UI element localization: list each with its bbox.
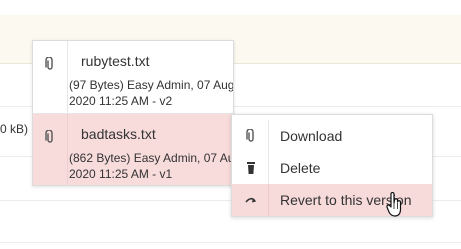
- attachment-versions-popup: rubytest.txt (97 Bytes) Easy Admin, 07 A…: [32, 40, 234, 186]
- version-icon-column: [33, 114, 68, 185]
- menu-icon-column: [232, 152, 269, 184]
- version-item[interactable]: rubytest.txt (97 Bytes) Easy Admin, 07 A…: [33, 41, 233, 113]
- delete-menu-item[interactable]: Delete: [232, 152, 432, 184]
- page-top-bar: [0, 0, 461, 16]
- paperclip-icon: [246, 129, 254, 142]
- version-filename[interactable]: badtasks.txt: [81, 126, 156, 142]
- menu-icon-column: [232, 120, 269, 152]
- version-icon-column: [33, 41, 68, 113]
- paperclip-icon: [45, 57, 53, 70]
- download-menu-item[interactable]: Download: [232, 120, 432, 152]
- menu-icon-column: [232, 184, 269, 216]
- hand-cursor-icon: [386, 192, 402, 217]
- download-label: Download: [280, 128, 343, 144]
- revert-arrow-icon: [245, 197, 256, 203]
- version-item-selected[interactable]: badtasks.txt (862 Bytes) Easy Admin, 07 …: [33, 114, 233, 185]
- delete-label: Delete: [280, 160, 321, 176]
- version-meta: (97 Bytes) Easy Admin, 07 Aug 2020 11:25…: [69, 78, 234, 108]
- version-meta: (862 Bytes) Easy Admin, 07 Aug 2020 11:2…: [69, 151, 234, 181]
- paperclip-icon: [45, 130, 53, 143]
- attachment-size-fragment: 0 kB): [0, 122, 29, 136]
- version-filename[interactable]: rubytest.txt: [81, 53, 149, 69]
- trash-icon: [247, 162, 255, 174]
- row-divider: [0, 242, 461, 243]
